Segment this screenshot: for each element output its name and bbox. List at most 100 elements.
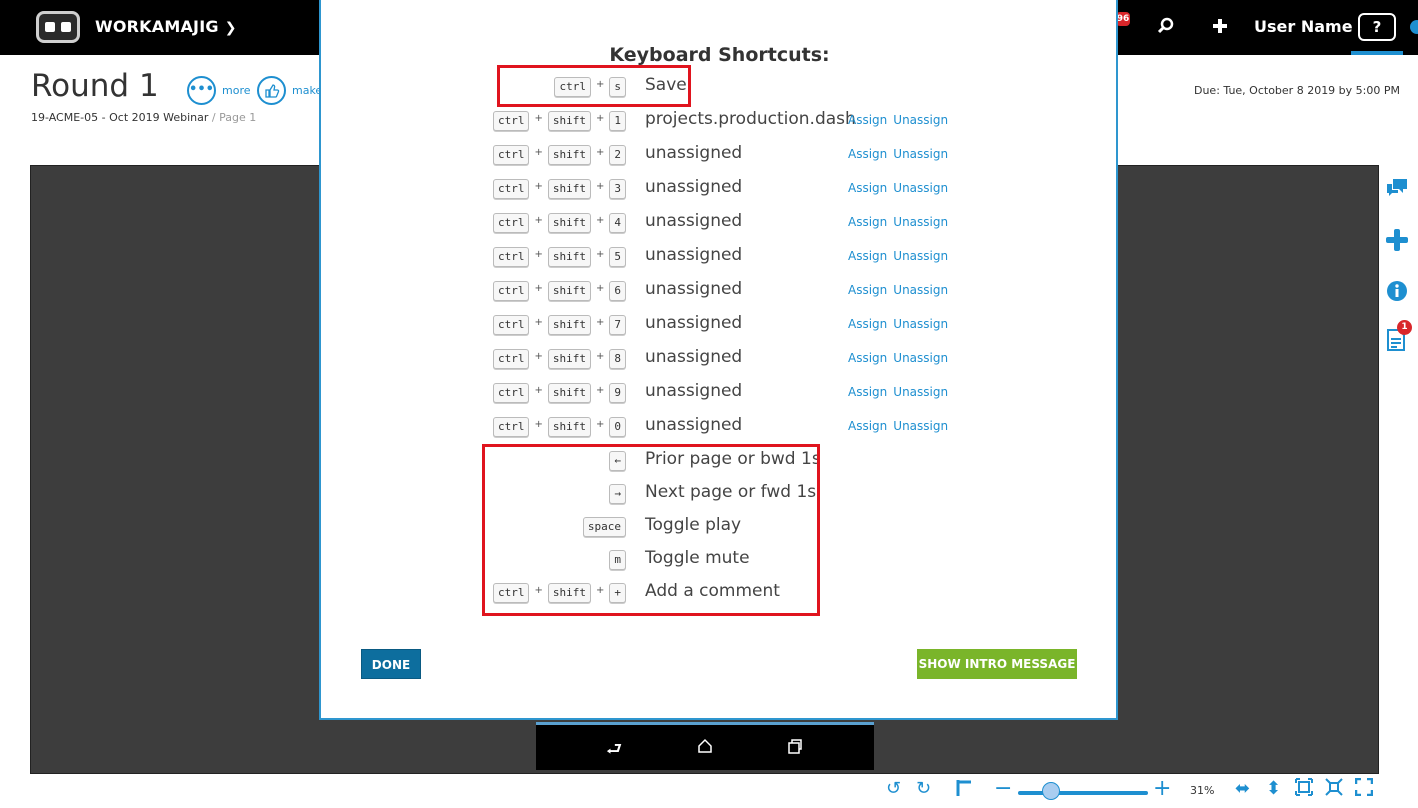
- assign-link[interactable]: Assign: [848, 181, 887, 195]
- back-icon[interactable]: ⮐: [606, 737, 622, 767]
- unassign-link[interactable]: Unassign: [893, 385, 948, 399]
- due-date: Due: Tue, October 8 2019 by 5:00 PM: [1193, 84, 1400, 97]
- add-icon[interactable]: [1211, 16, 1229, 40]
- unassign-link[interactable]: Unassign: [893, 215, 948, 229]
- zoom-slider-handle[interactable]: [1042, 782, 1060, 800]
- key-plus-separator: +: [595, 384, 605, 396]
- key-cap: 7: [609, 315, 626, 335]
- shortcut-row: ctrl + shift +5 unassigned Assign Unassign: [321, 244, 1118, 270]
- assign-link[interactable]: Assign: [848, 147, 887, 161]
- key-cap: shift: [547, 179, 591, 199]
- help-button[interactable]: ?: [1358, 13, 1396, 41]
- shortcut-actions: Assign Unassign: [848, 181, 954, 195]
- key-plus-separator: +: [595, 180, 605, 192]
- home-icon[interactable]: [696, 737, 714, 760]
- key-cap: 9: [609, 383, 626, 403]
- assign-link[interactable]: Assign: [848, 283, 887, 297]
- key-cap: ctrl: [492, 383, 530, 403]
- fit-page-icon[interactable]: [1295, 778, 1313, 801]
- shortcut-row: ctrl + shift +4 unassigned Assign Unassign: [321, 210, 1118, 236]
- key-plus-separator: +: [595, 248, 605, 260]
- shortcut-keys: ctrl + shift +3: [492, 179, 626, 199]
- assign-link[interactable]: Assign: [848, 113, 887, 127]
- comments-icon[interactable]: [1385, 176, 1409, 206]
- unassign-link[interactable]: Unassign: [893, 419, 948, 433]
- brand-menu[interactable]: WORKAMAJIG ❯: [95, 17, 237, 36]
- zoom-out-icon[interactable]: −: [994, 776, 1012, 801]
- key-cap: ctrl: [492, 315, 530, 335]
- key-plus-separator: +: [595, 214, 605, 226]
- key-cap: shift: [547, 417, 591, 437]
- assign-link[interactable]: Assign: [848, 385, 887, 399]
- assign-link[interactable]: Assign: [848, 317, 887, 331]
- key-plus-separator: +: [595, 112, 605, 124]
- shortcut-label: unassigned: [645, 381, 743, 401]
- shortcut-actions: Assign Unassign: [848, 317, 954, 331]
- key-cap: ctrl: [492, 145, 530, 165]
- edge-status-dot: [1410, 20, 1418, 34]
- shortcut-row: ctrl + shift +3 unassigned Assign Unassign: [321, 176, 1118, 202]
- crop-icon[interactable]: [955, 778, 973, 803]
- key-cap: 0: [609, 417, 626, 437]
- shortcut-actions: Assign Unassign: [848, 147, 954, 161]
- shortcut-label: projects.production.dash: [645, 109, 856, 129]
- unassign-link[interactable]: Unassign: [893, 113, 948, 127]
- key-plus-separator: +: [534, 316, 543, 328]
- key-cap: 5: [609, 247, 626, 267]
- zoom-slider-track[interactable]: [1018, 791, 1148, 795]
- unassign-link[interactable]: Unassign: [893, 283, 948, 297]
- shortcut-label: unassigned: [645, 143, 743, 163]
- shortcut-row: ctrl + shift +2 unassigned Assign Unassign: [321, 142, 1118, 168]
- rotate-left-icon[interactable]: ↺: [886, 778, 901, 799]
- page-title: Round 1: [31, 68, 159, 104]
- key-cap: 4: [609, 213, 626, 233]
- logo-eye-left: [45, 22, 55, 32]
- help-active-indicator: [1351, 51, 1403, 55]
- key-cap: 1: [609, 111, 626, 131]
- key-cap: ctrl: [492, 349, 530, 369]
- unassign-link[interactable]: Unassign: [893, 147, 948, 161]
- assign-link[interactable]: Assign: [848, 419, 887, 433]
- shortcut-actions: Assign Unassign: [848, 113, 954, 127]
- unassign-link[interactable]: Unassign: [893, 351, 948, 365]
- viewer-toolbar: ↺ ↻ − + 31% ⬌ ⬍: [0, 776, 1418, 808]
- key-cap: ctrl: [492, 213, 530, 233]
- assign-link[interactable]: Assign: [848, 351, 887, 365]
- notification-badge[interactable]: 96: [1116, 12, 1130, 26]
- android-nav-bar: ⮐: [536, 722, 874, 770]
- shortcut-actions: Assign Unassign: [848, 249, 954, 263]
- zoom-in-icon[interactable]: +: [1153, 776, 1171, 801]
- fit-width-icon[interactable]: ⬌: [1235, 778, 1250, 799]
- highlight-box-save: [497, 65, 691, 107]
- more-label[interactable]: more: [222, 84, 251, 97]
- done-button[interactable]: DONE: [361, 649, 421, 679]
- actual-size-icon[interactable]: [1325, 778, 1343, 801]
- show-intro-message-button[interactable]: SHOW INTRO MESSAGE: [917, 649, 1077, 679]
- key-plus-separator: +: [595, 146, 605, 158]
- user-name-menu[interactable]: User Name: [1254, 17, 1353, 36]
- unassign-link[interactable]: Unassign: [893, 317, 948, 331]
- shortcut-row: ctrl + shift +9 unassigned Assign Unassign: [321, 380, 1118, 406]
- info-icon[interactable]: [1385, 279, 1409, 309]
- assign-link[interactable]: Assign: [848, 215, 887, 229]
- keyboard-shortcuts-dialog: Keyboard Shortcuts: ctrl + s Save ctrl + shift…: [319, 0, 1118, 720]
- assign-link[interactable]: Assign: [848, 249, 887, 263]
- project-name[interactable]: 19-ACME-05 - Oct 2019 Webinar: [31, 111, 208, 124]
- fit-height-icon[interactable]: ⬍: [1266, 778, 1281, 799]
- workamajig-logo-icon[interactable]: [36, 11, 80, 43]
- shortcut-label: unassigned: [645, 279, 743, 299]
- unassign-link[interactable]: Unassign: [893, 181, 948, 195]
- make-label[interactable]: make: [292, 84, 322, 97]
- key-plus-separator: +: [595, 282, 605, 294]
- thumbs-up-icon[interactable]: [257, 76, 286, 105]
- unassign-link[interactable]: Unassign: [893, 249, 948, 263]
- key-cap: shift: [547, 145, 591, 165]
- add-icon[interactable]: [1385, 228, 1409, 258]
- recent-apps-icon[interactable]: [786, 737, 804, 760]
- rotate-right-icon[interactable]: ↻: [916, 778, 931, 799]
- fullscreen-icon[interactable]: [1354, 777, 1374, 801]
- shortcut-keys: ctrl + shift +7: [492, 315, 626, 335]
- search-icon[interactable]: [1157, 16, 1175, 40]
- shortcut-keys: ctrl + shift +4: [492, 213, 626, 233]
- more-options-button[interactable]: •••: [187, 76, 216, 105]
